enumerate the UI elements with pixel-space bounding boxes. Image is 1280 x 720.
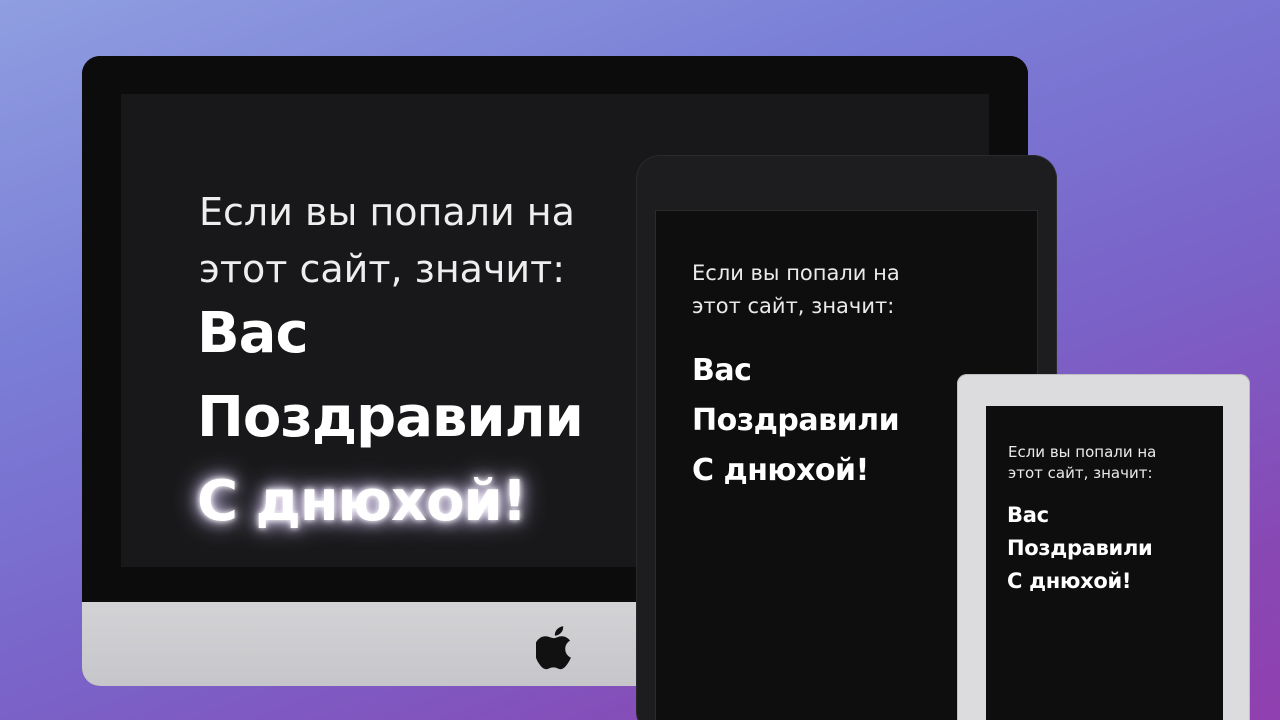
tablet-headline: Вас Поздравили С днюхой! [692,346,900,496]
tablet-intro-text: Если вы попали на этот сайт, значит: [692,257,900,323]
tablet-intro-line-2: этот сайт, значит: [692,294,895,318]
monitor-intro-line-1: Если вы попали на [199,190,575,234]
phone-intro-line-2: этот сайт, значит: [1008,464,1153,482]
phone-headline-line-2: Поздравили [1007,536,1153,560]
tablet-intro-line-1: Если вы попали на [692,261,900,285]
phone-intro-text: Если вы попали на этот сайт, значит: [1008,442,1156,484]
monitor-intro-line-2: этот сайт, значит: [199,247,566,291]
phone-headline: Вас Поздравили С днюхой! [1007,499,1153,598]
phone-intro-line-1: Если вы попали на [1008,443,1157,461]
apple-icon [536,626,571,670]
phone-headline-line-3: С днюхой! [1007,569,1132,593]
tablet-headline-line-2: Поздравили [692,403,900,438]
phone-headline-line-1: Вас [1007,503,1049,527]
monitor-headline-line-1: Вас [197,301,309,366]
phone-device: Если вы попали на этот сайт, значит: Вас… [957,374,1250,720]
monitor-intro-text: Если вы попали на этот сайт, значит: [199,184,575,298]
monitor-headline-line-2: Поздравили [197,385,584,450]
monitor-headline-line-3: С днюхой! [197,469,527,534]
phone-screen: Если вы попали на этот сайт, значит: Вас… [986,406,1223,720]
tablet-headline-line-1: Вас [692,353,752,388]
tablet-headline-line-3: С днюхой! [692,453,869,488]
monitor-headline: Вас Поздравили С днюхой! [197,292,584,544]
